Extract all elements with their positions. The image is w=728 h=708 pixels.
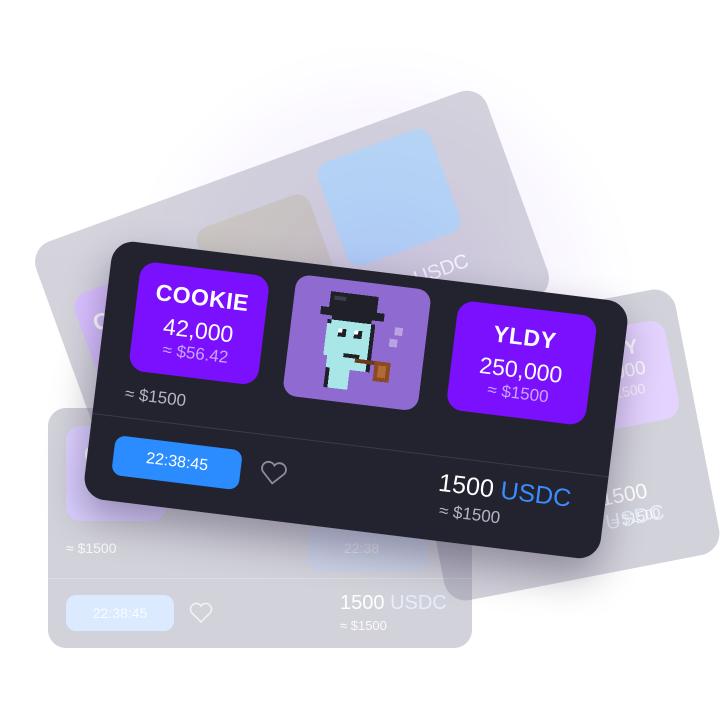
countdown-timer-button[interactable]: 22:38:45 bbox=[111, 435, 243, 491]
price-usd: ≈ $1500 bbox=[438, 501, 502, 528]
divider bbox=[48, 578, 472, 579]
right-token-box[interactable]: YLDY 250,000 ≈ $1500 bbox=[445, 299, 598, 427]
left-token-box[interactable]: COOKIE 42,000 ≈ $56.42 bbox=[127, 260, 271, 386]
nft-image[interactable] bbox=[282, 273, 432, 412]
back-left-timer[interactable]: 22:38:45 bbox=[66, 595, 174, 631]
back-top-nft-2 bbox=[313, 125, 465, 270]
price-value: 1500 bbox=[436, 468, 496, 504]
heart-icon[interactable] bbox=[188, 601, 214, 625]
price-currency: USDC bbox=[498, 476, 573, 513]
approx-value: ≈ $1500 bbox=[123, 383, 188, 411]
back-left-approx: ≈ $1500 bbox=[66, 540, 117, 556]
price-currency: USDC bbox=[390, 592, 447, 614]
back-left-price: 1500 USDC bbox=[340, 592, 447, 615]
price-value: 1500 bbox=[340, 592, 385, 614]
back-left-price-usd: ≈ $1500 bbox=[340, 618, 387, 633]
cryptopunk-icon bbox=[282, 274, 432, 411]
heart-icon[interactable] bbox=[257, 458, 290, 489]
